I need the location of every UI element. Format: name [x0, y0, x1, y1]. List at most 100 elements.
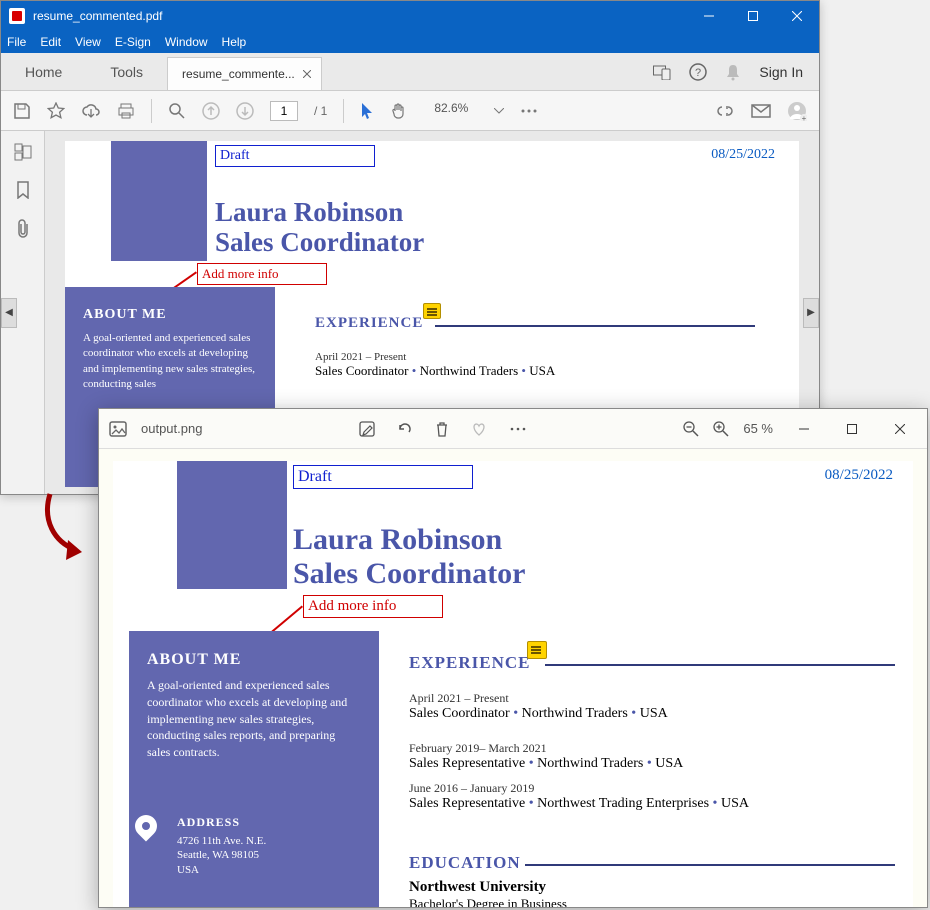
acrobat-titlebar: resume_commented.pdf	[1, 1, 819, 31]
address-title: ADDRESS	[177, 815, 266, 830]
date-text: 08/25/2022	[825, 467, 893, 484]
next-page-button[interactable]: ▶	[803, 298, 819, 328]
menu-view[interactable]: View	[75, 35, 101, 49]
search-icon[interactable]	[168, 102, 186, 120]
acrobat-tabbar: Home Tools resume_commente... ? Sign In	[1, 53, 819, 91]
exp-company: Northwest Trading Enterprises	[537, 796, 709, 811]
page-count: / 1	[314, 104, 327, 118]
svg-text:+: +	[802, 114, 807, 121]
page-number-input[interactable]	[270, 101, 298, 121]
zoom-value[interactable]: 82.6%	[424, 101, 478, 121]
tab-document[interactable]: resume_commente...	[167, 57, 322, 90]
heart-icon[interactable]	[471, 422, 487, 436]
mail-icon[interactable]	[751, 104, 771, 118]
viewer-zoom-value: 65 %	[743, 421, 773, 436]
save-icon[interactable]	[13, 102, 31, 120]
svg-text:?: ?	[695, 67, 701, 79]
location-pin-icon	[130, 810, 161, 841]
tab-close-icon[interactable]	[303, 70, 311, 78]
star-icon[interactable]	[47, 102, 65, 120]
help-icon[interactable]: ?	[689, 63, 707, 81]
edu-entry: Northwest University Bachelor's Degree i…	[409, 879, 567, 907]
cloud-icon[interactable]	[81, 103, 101, 119]
pdf-icon	[9, 8, 25, 24]
comment-annotation[interactable]: Add more info	[197, 263, 327, 285]
viewer-close-button[interactable]	[883, 414, 917, 444]
comment-bubble-icon[interactable]	[423, 303, 441, 319]
viewer-filename: output.png	[141, 421, 202, 436]
exp-loc: USA	[655, 756, 683, 771]
conversion-arrow-icon	[36, 490, 92, 570]
exp-period: February 2019– March 2021	[409, 741, 683, 756]
tab-document-label: resume_commente...	[182, 67, 295, 81]
section-rule	[545, 664, 895, 666]
draft-annotation[interactable]: Draft	[215, 145, 375, 167]
menu-help[interactable]: Help	[222, 35, 247, 49]
experience-title: EXPERIENCE	[409, 653, 530, 673]
tab-tools[interactable]: Tools	[86, 53, 167, 90]
exp-role: Sales Representative	[409, 796, 525, 811]
menu-esign[interactable]: E-Sign	[115, 35, 151, 49]
close-button[interactable]	[775, 1, 819, 31]
header-block	[111, 141, 207, 261]
device-icon[interactable]	[653, 64, 671, 80]
address-block: ADDRESS 4726 11th Ave. N.E. Seattle, WA …	[177, 815, 266, 877]
applicant-role: Sales Coordinator	[293, 557, 526, 591]
bookmark-icon[interactable]	[16, 181, 30, 199]
minimize-button[interactable]	[687, 1, 731, 31]
exp-period: April 2021 – Present	[409, 691, 668, 706]
viewer-more-icon[interactable]	[509, 426, 527, 432]
exp-company: Northwind Traders	[420, 363, 519, 378]
exp-period: April 2021 – Present	[315, 351, 555, 363]
exp-role: Sales Coordinator	[315, 363, 409, 378]
edu-degree: Bachelor's Degree in Business	[409, 896, 567, 907]
zoom-in-icon[interactable]	[713, 421, 729, 437]
page-up-icon[interactable]	[202, 102, 220, 120]
exp-entry-1: April 2021 – Present Sales Coordinator •…	[409, 691, 668, 722]
zoom-dropdown-icon[interactable]	[494, 108, 504, 114]
hand-icon[interactable]	[390, 102, 408, 120]
applicant-name: Laura Robinson	[293, 523, 502, 557]
draft-annotation: Draft	[293, 465, 473, 489]
edit-icon[interactable]	[359, 421, 375, 437]
comment-annotation: Add more info	[303, 595, 443, 618]
exp-period: June 2016 – January 2019	[409, 781, 749, 796]
signin-link[interactable]: Sign In	[759, 64, 803, 80]
comment-bubble-icon	[527, 641, 547, 659]
applicant-name: Laura Robinson	[215, 197, 403, 228]
section-rule	[435, 325, 755, 327]
trash-icon[interactable]	[435, 421, 449, 437]
maximize-button[interactable]	[731, 1, 775, 31]
zoom-out-icon[interactable]	[683, 421, 699, 437]
page-down-icon[interactable]	[236, 102, 254, 120]
viewer-minimize-button[interactable]	[787, 414, 821, 444]
exp-loc: USA	[529, 363, 555, 378]
tab-home[interactable]: Home	[1, 53, 86, 90]
education-title: EDUCATION	[409, 853, 521, 873]
about-title: ABOUT ME	[83, 307, 257, 323]
exp-entry-2: February 2019– March 2021 Sales Represen…	[409, 741, 683, 772]
more-icon[interactable]	[520, 108, 538, 114]
about-panel: ABOUT ME A goal-oriented and experienced…	[129, 631, 379, 907]
exp-role: Sales Representative	[409, 756, 525, 771]
attachment-icon[interactable]	[16, 219, 30, 239]
address-line2: Seattle, WA 98105	[177, 848, 266, 862]
window-title: resume_commented.pdf	[33, 9, 162, 23]
image-icon[interactable]	[109, 421, 127, 437]
bell-icon[interactable]	[725, 63, 741, 81]
date-text: 08/25/2022	[711, 147, 775, 163]
menu-file[interactable]: File	[7, 35, 26, 49]
prev-page-button[interactable]: ◀	[1, 298, 17, 328]
menu-window[interactable]: Window	[165, 35, 208, 49]
thumbnails-icon[interactable]	[14, 143, 32, 161]
viewer-body[interactable]: Draft 08/25/2022 Laura Robinson Sales Co…	[99, 449, 927, 907]
menu-edit[interactable]: Edit	[40, 35, 61, 49]
pointer-icon[interactable]	[360, 102, 374, 120]
account-icon[interactable]: +	[787, 101, 807, 121]
header-block	[177, 461, 287, 589]
exp-role: Sales Coordinator	[409, 706, 510, 721]
link-icon[interactable]	[715, 103, 735, 119]
rotate-icon[interactable]	[397, 421, 413, 437]
viewer-maximize-button[interactable]	[835, 414, 869, 444]
print-icon[interactable]	[117, 102, 135, 120]
